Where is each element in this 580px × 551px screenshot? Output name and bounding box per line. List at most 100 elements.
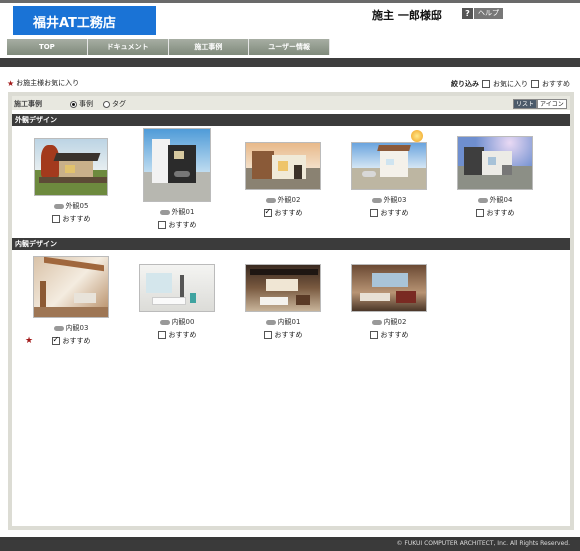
radio-case-label: 事例 bbox=[79, 100, 93, 108]
favorite-star-icon: ★ bbox=[25, 336, 34, 346]
tag-icon bbox=[159, 319, 170, 325]
recommend-label: おすすめ bbox=[380, 209, 409, 217]
case-thumbnail[interactable] bbox=[143, 128, 211, 202]
case-thumbnail[interactable] bbox=[245, 264, 321, 312]
case-item: 内観03 ★ おすすめ bbox=[16, 256, 126, 346]
case-thumbnail[interactable] bbox=[245, 142, 321, 190]
case-item: 内観02 おすすめ bbox=[334, 264, 444, 340]
nav-tab-top[interactable]: TOP bbox=[7, 39, 88, 55]
tag-icon bbox=[477, 197, 488, 203]
recommend-toggle[interactable]: おすすめ bbox=[228, 207, 338, 218]
help-button[interactable]: ? ヘルプ bbox=[462, 8, 503, 19]
case-item: 外観02 おすすめ bbox=[228, 142, 338, 218]
section-header-interior: 内観デザイン bbox=[12, 238, 570, 250]
company-logo[interactable]: 福井AT工務店 bbox=[13, 6, 156, 35]
case-thumbnail[interactable] bbox=[139, 264, 215, 312]
case-thumbnail[interactable] bbox=[34, 138, 108, 196]
favorites-legend: ★ お施主様お気に入り bbox=[7, 78, 79, 88]
case-item: 外観03 おすすめ bbox=[334, 130, 444, 218]
recommend-label: おすすめ bbox=[168, 221, 197, 229]
recommend-checkbox[interactable] bbox=[51, 335, 60, 345]
view-list-button[interactable]: リスト bbox=[513, 99, 538, 109]
recommend-checkbox[interactable] bbox=[157, 331, 166, 339]
owner-name: 施主 一郎様邸 bbox=[372, 9, 442, 22]
case-caption: 外観01 bbox=[122, 207, 232, 217]
view-icon-button[interactable]: アイコン bbox=[537, 99, 567, 109]
filter-favorite-checkbox[interactable] bbox=[482, 80, 490, 88]
top-border-line bbox=[0, 0, 580, 3]
tag-icon bbox=[265, 197, 276, 203]
case-name: 外観02 bbox=[277, 196, 301, 204]
nav-tab-documents[interactable]: ドキュメント bbox=[87, 39, 169, 55]
recommend-checkbox[interactable] bbox=[369, 331, 378, 339]
case-caption: 外観05 bbox=[16, 201, 126, 211]
recommend-label: おすすめ bbox=[62, 215, 91, 223]
tag-icon bbox=[53, 203, 64, 209]
tag-icon bbox=[53, 325, 64, 331]
case-item: 外観04 おすすめ bbox=[440, 136, 550, 218]
recommend-label: おすすめ bbox=[274, 331, 303, 339]
radio-tag-label: タグ bbox=[112, 100, 126, 108]
recommend-toggle[interactable]: おすすめ bbox=[334, 330, 444, 340]
nav-tab-cases[interactable]: 施工事例 bbox=[168, 39, 250, 55]
case-caption: 外観02 bbox=[228, 195, 338, 205]
recommend-checkbox[interactable] bbox=[475, 209, 484, 217]
tag-icon bbox=[371, 319, 382, 325]
recommend-label: おすすめ bbox=[62, 337, 91, 345]
case-thumbnail[interactable] bbox=[351, 264, 427, 312]
radio-case[interactable]: 事例 bbox=[70, 99, 93, 109]
filter-label: 絞り込み bbox=[451, 80, 479, 88]
question-icon: ? bbox=[462, 8, 473, 19]
section-header-exterior: 外観デザイン bbox=[12, 114, 570, 126]
recommend-checkbox[interactable] bbox=[157, 221, 166, 229]
recommend-label: おすすめ bbox=[274, 209, 303, 217]
case-name: 外観01 bbox=[171, 208, 195, 216]
filter-bar: 絞り込み お気に入り おすすめ bbox=[451, 79, 570, 89]
recommend-toggle[interactable]: おすすめ bbox=[334, 208, 444, 218]
main-nav: TOP ドキュメント 施工事例 ユーザー情報 bbox=[7, 39, 330, 55]
recommend-checkbox[interactable] bbox=[369, 209, 378, 217]
radio-dot-icon bbox=[103, 100, 110, 108]
case-name: 内観03 bbox=[65, 324, 89, 332]
recommend-toggle[interactable]: おすすめ bbox=[440, 208, 550, 218]
case-thumbnail[interactable] bbox=[351, 142, 427, 190]
case-item: 外観01 おすすめ bbox=[122, 128, 232, 230]
recommend-checkbox[interactable] bbox=[263, 207, 272, 217]
recommend-label: おすすめ bbox=[486, 209, 515, 217]
nav-tab-user-info[interactable]: ユーザー情報 bbox=[249, 39, 330, 55]
case-caption: 内観01 bbox=[228, 317, 338, 327]
recommend-toggle[interactable]: おすすめ bbox=[122, 220, 232, 230]
case-thumbnail[interactable] bbox=[457, 136, 533, 190]
panel-header: 施工事例 事例 タグ リスト アイコン bbox=[12, 96, 570, 110]
recommend-checkbox[interactable] bbox=[51, 215, 60, 223]
recommend-label: おすすめ bbox=[380, 331, 409, 339]
case-caption: 外観03 bbox=[334, 195, 444, 205]
case-name: 内観00 bbox=[171, 318, 195, 326]
case-caption: 内観02 bbox=[334, 317, 444, 327]
case-thumbnail[interactable] bbox=[33, 256, 109, 318]
radio-dot-icon bbox=[70, 100, 77, 108]
case-name: 内観01 bbox=[277, 318, 301, 326]
filter-favorite-label: お気に入り bbox=[493, 80, 528, 88]
recommend-toggle[interactable]: おすすめ bbox=[122, 330, 232, 340]
filter-recommended-label: おすすめ bbox=[542, 80, 570, 88]
recommend-toggle[interactable]: おすすめ bbox=[16, 214, 126, 224]
case-item: 内観01 おすすめ bbox=[228, 264, 338, 340]
radio-tag[interactable]: タグ bbox=[103, 99, 126, 109]
recommend-label: おすすめ bbox=[168, 331, 197, 339]
case-caption: 内観00 bbox=[122, 317, 232, 327]
case-name: 外観03 bbox=[383, 196, 407, 204]
case-item: 内観00 おすすめ bbox=[122, 264, 232, 340]
case-name: 外観04 bbox=[489, 196, 513, 204]
tag-icon bbox=[159, 209, 170, 215]
nav-underbar bbox=[0, 58, 580, 67]
recommend-checkbox[interactable] bbox=[263, 331, 272, 339]
recommend-toggle[interactable]: おすすめ bbox=[228, 330, 338, 340]
help-label: ヘルプ bbox=[474, 8, 503, 19]
view-toggle: リスト アイコン bbox=[513, 99, 567, 109]
star-icon: ★ bbox=[7, 78, 15, 88]
recommend-toggle[interactable]: ★ おすすめ bbox=[16, 335, 126, 346]
filter-recommended-checkbox[interactable] bbox=[531, 80, 539, 88]
cases-panel: 施工事例 事例 タグ リスト アイコン 外観デザイン 外観05 おすすめ 外観0… bbox=[8, 92, 574, 530]
case-item: 外観05 おすすめ bbox=[16, 138, 126, 224]
